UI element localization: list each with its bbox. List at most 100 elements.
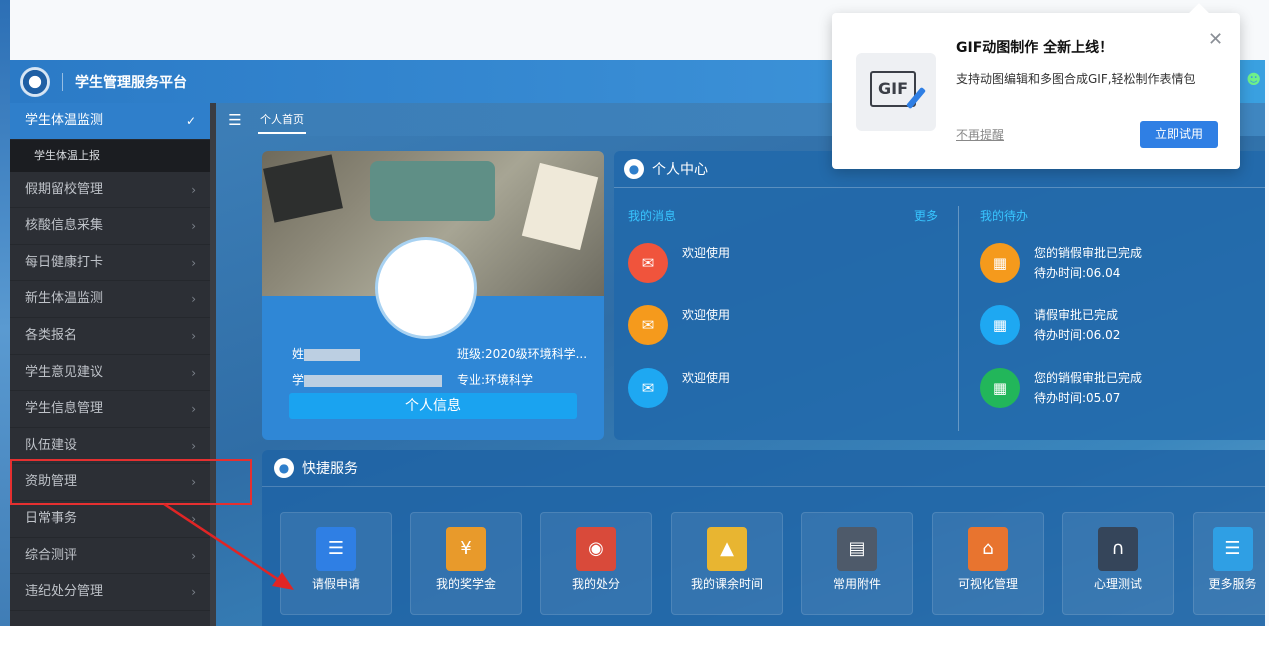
personal-center-card: ● 个人中心 我的消息 更多 我的待办 ✉ 欢迎使用 ✉ 欢迎使用 ✉ 欢迎使用 <box>614 151 1265 440</box>
redacted-id <box>304 374 443 387</box>
message-text: 欢迎使用 <box>682 246 731 260</box>
house-hand-icon: ⌂ <box>968 527 1008 571</box>
profile-name-label: 姓 <box>292 347 305 361</box>
bar-chart-icon: ▲ <box>707 527 747 571</box>
chevron-right-icon: › <box>191 182 196 197</box>
menu-toggle-icon[interactable]: ☰ <box>224 109 246 131</box>
sidebar-item-label: 违纪处分管理 <box>25 584 104 600</box>
desktop-background-strip <box>0 0 10 658</box>
money-bag-icon: ¥ <box>446 527 486 571</box>
sidebar-item-nucleic-acid[interactable]: 核酸信息采集 › <box>10 208 210 245</box>
sidebar-item-label: 学生体温监测 <box>25 113 104 128</box>
my-todos-title: 我的待办 <box>980 209 1029 223</box>
todo-time: 待办时间:05.07 <box>1034 391 1121 405</box>
desktop: 学生管理服务平台 ☻ 学生体温监测 ✓ 学生体温上报 假期留校管理 › 核酸信息采… <box>0 0 1269 658</box>
chat-bubble-icon: ✉ <box>628 368 668 408</box>
sidebar-item-suggestions[interactable]: 学生意见建议 › <box>10 355 210 392</box>
chevron-right-icon: › <box>191 328 196 343</box>
chevron-right-icon: › <box>191 292 196 307</box>
sidebar-item-label: 队伍建设 <box>25 437 78 453</box>
quick-item-punishment[interactable]: ◉ 我的处分 <box>540 512 652 615</box>
message-item[interactable]: ✉ 欢迎使用 <box>628 368 730 408</box>
sidebar-item-student-info[interactable]: 学生信息管理 › <box>10 391 210 428</box>
user-circle-icon: ● <box>624 159 644 179</box>
sidebar-item-label: 新生体温监测 <box>25 291 104 307</box>
todo-item[interactable]: ▦ 请假审批已完成 待办时间:06.02 <box>980 305 1120 345</box>
quick-item-scholarship[interactable]: ¥ 我的奖学金 <box>410 512 522 615</box>
popup-title: GIF动图制作 全新上线！ <box>956 40 1114 56</box>
popup-description: 支持动图编辑和多图合成GIF,轻松制作表情包 <box>956 72 1196 86</box>
profile-name: 姓 <box>292 345 361 362</box>
quick-services-card: ● 快捷服务 ☰ 请假申请 ¥ 我的奖学金 ◉ 我的处分 ▲ 我的课余时间 ▤ 常用附件 … <box>262 450 1265 626</box>
university-logo <box>20 66 50 97</box>
my-messages-title: 我的消息 <box>628 209 677 223</box>
quick-item-more-services[interactable]: ☰ 更多服务 <box>1193 512 1265 615</box>
user-icon[interactable]: ☻ <box>1246 72 1261 88</box>
try-now-button[interactable]: 立即试用 <box>1140 121 1218 148</box>
quick-item-label: 我的课余时间 <box>690 577 763 591</box>
annotation-highlight-box <box>10 459 252 505</box>
sidebar-subitem-temperature-report[interactable]: 学生体温上报 <box>10 139 210 172</box>
calendar-icon: ▦ <box>980 243 1020 283</box>
quick-services-header: ● 快捷服务 <box>262 450 1265 487</box>
message-text: 欢迎使用 <box>682 371 731 385</box>
message-item[interactable]: ✉ 欢迎使用 <box>628 243 730 283</box>
avatar[interactable] <box>375 237 477 339</box>
message-text: 欢迎使用 <box>682 308 731 322</box>
document-icon: ☰ <box>316 527 356 571</box>
todo-item[interactable]: ▦ 您的销假审批已完成 待办时间:06.04 <box>980 243 1142 283</box>
profile-id-label: 学 <box>292 373 305 387</box>
todo-title: 请假审批已完成 <box>1034 308 1119 322</box>
bell-icon: ● <box>274 458 294 478</box>
quick-item-label: 更多服务 <box>1208 577 1257 591</box>
more-link[interactable]: 更多 <box>914 207 938 224</box>
sidebar-item-temperature[interactable]: 学生体温监测 ✓ <box>10 103 210 140</box>
typewriter-image <box>370 161 495 221</box>
chat-bubble-icon: ✉ <box>628 243 668 283</box>
quick-item-attachments[interactable]: ▤ 常用附件 <box>801 512 913 615</box>
header-divider <box>62 72 63 91</box>
quick-item-label: 我的奖学金 <box>435 577 496 591</box>
sidebar-item-holiday-stay[interactable]: 假期留校管理 › <box>10 172 210 209</box>
sidebar-item-label: 每日健康打卡 <box>25 254 104 270</box>
chevron-right-icon: › <box>191 255 196 270</box>
sidebar-item-label: 综合测评 <box>25 547 78 563</box>
list-icon: ☰ <box>1212 527 1253 571</box>
sidebar-item-label: 学生信息管理 <box>25 401 104 417</box>
paper-image <box>521 162 599 251</box>
annotation-arrow-icon <box>163 502 294 590</box>
redacted-name <box>304 348 361 361</box>
page-bottom-area <box>0 626 1269 658</box>
sidebar-item-daily-health[interactable]: 每日健康打卡 › <box>10 245 210 282</box>
todo-text: 您的销假审批已完成 待办时间:06.04 <box>1034 243 1142 283</box>
column-divider <box>958 206 959 431</box>
dont-remind-link[interactable]: 不再提醒 <box>956 126 1004 143</box>
calendar-icon: ▦ <box>980 305 1020 345</box>
profile-major: 专业:环境科学 <box>457 373 534 387</box>
quick-item-label: 常用附件 <box>832 577 881 591</box>
gif-icon: GIF <box>856 53 936 131</box>
quick-item-psych-test[interactable]: ∩ 心理测试 <box>1062 512 1174 615</box>
personal-center-title: 个人中心 <box>652 162 708 178</box>
todo-item[interactable]: ▦ 您的销假审批已完成 待办时间:05.07 <box>980 368 1142 408</box>
quick-item-spare-time[interactable]: ▲ 我的课余时间 <box>671 512 783 615</box>
quick-item-visualization[interactable]: ⌂ 可视化管理 <box>932 512 1044 615</box>
chevron-right-icon: › <box>191 365 196 380</box>
todo-text: 请假审批已完成 待办时间:06.02 <box>1034 305 1120 345</box>
todo-title: 您的销假审批已完成 <box>1034 246 1143 260</box>
close-icon[interactable]: ✕ <box>1208 29 1223 50</box>
todo-time: 待办时间:06.04 <box>1034 266 1121 280</box>
personal-info-button[interactable]: 个人信息 <box>289 393 577 419</box>
message-item[interactable]: ✉ 欢迎使用 <box>628 305 730 345</box>
todo-time: 待办时间:06.02 <box>1034 328 1121 342</box>
chat-bubble-icon: ✉ <box>628 305 668 345</box>
sidebar-item-label: 假期留校管理 <box>25 181 104 197</box>
sidebar-item-registration[interactable]: 各类报名 › <box>10 318 210 355</box>
sidebar-item-freshman-temperature[interactable]: 新生体温监测 › <box>10 281 210 318</box>
tab-personal-home[interactable]: 个人首页 <box>258 106 306 134</box>
main-content: ☰ 个人首页 姓 班级:2020级环境科学... 学 专业:环境科学 个人信息 … <box>216 103 1265 626</box>
sidebar-item-label: 核酸信息采集 <box>25 218 104 234</box>
quick-item-label: 可视化管理 <box>957 577 1018 591</box>
stamp-icon: ◉ <box>576 527 616 571</box>
newspaper-icon: ▤ <box>837 527 877 571</box>
